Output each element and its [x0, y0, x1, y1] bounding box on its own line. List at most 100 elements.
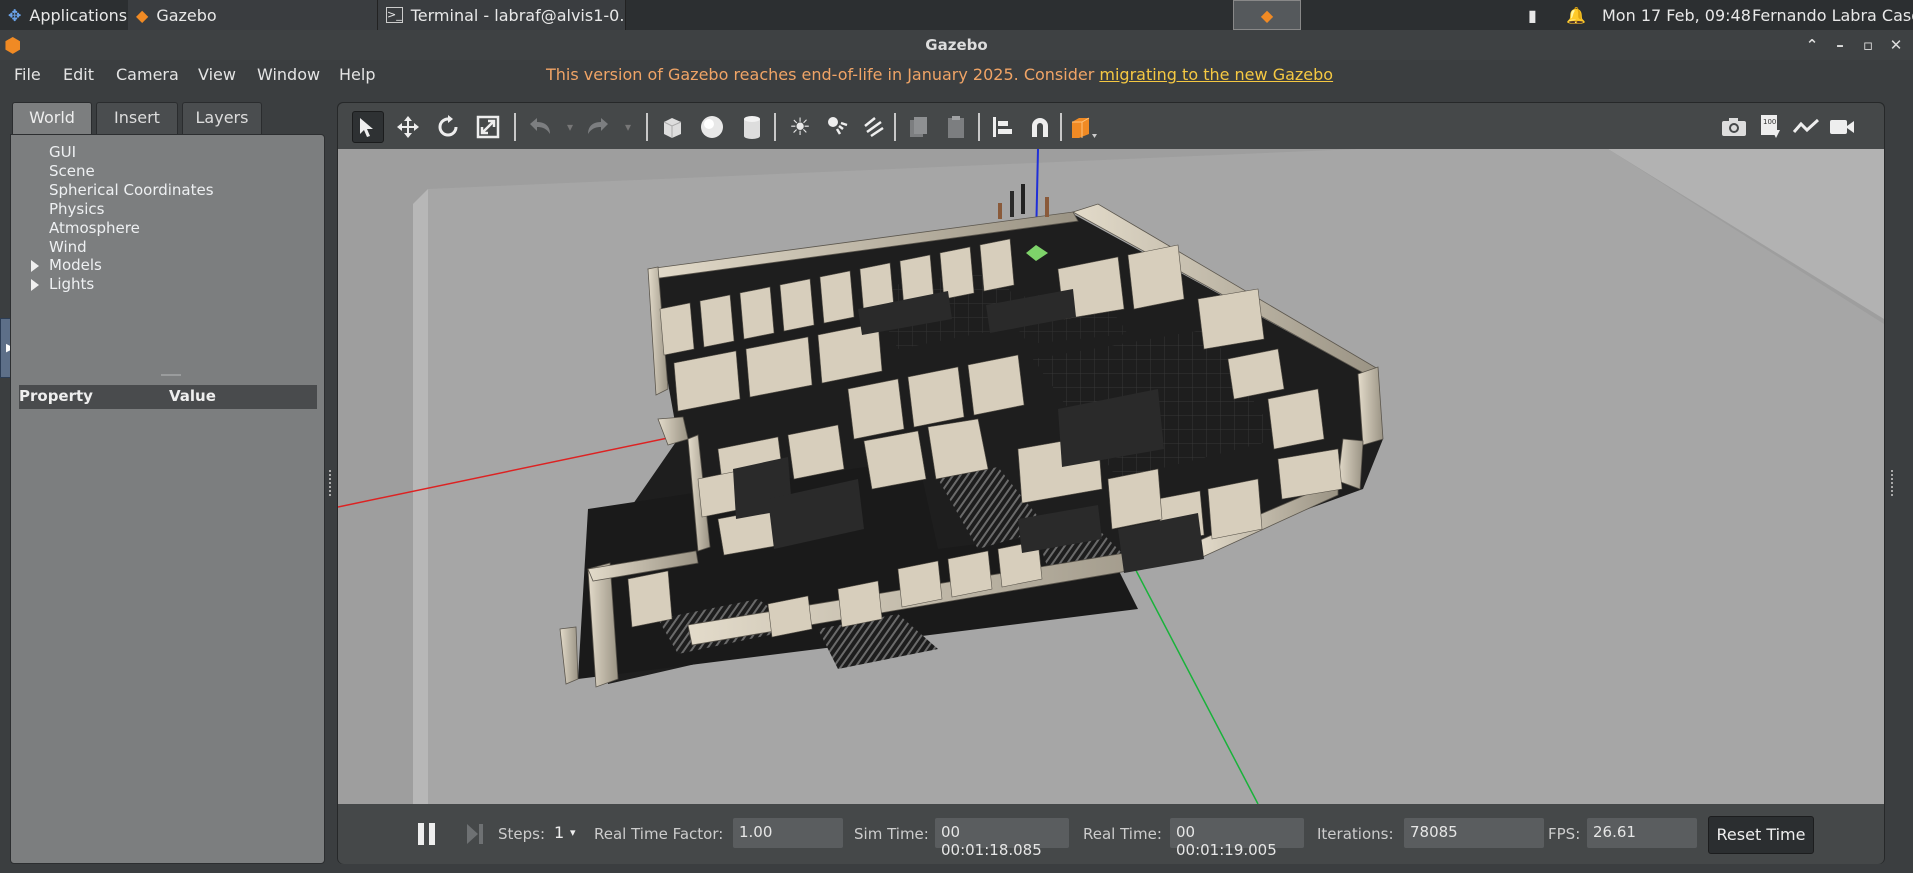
- rtf-value: 1.00: [733, 818, 843, 848]
- tree-item-spherical-coordinates[interactable]: Spherical Coordinates: [49, 181, 214, 199]
- rotate-icon[interactable]: [432, 111, 464, 143]
- applications-menu[interactable]: ✥ Applications: [0, 0, 128, 30]
- menu-camera[interactable]: Camera: [116, 65, 179, 84]
- change-view-icon[interactable]: [1068, 111, 1100, 143]
- property-column-header: Property: [19, 387, 93, 405]
- log-icon[interactable]: 100: [1754, 111, 1786, 143]
- pause-icon[interactable]: [418, 823, 436, 845]
- expand-models-icon[interactable]: [31, 260, 39, 272]
- tree-item-physics[interactable]: Physics: [49, 200, 104, 218]
- sphere-icon[interactable]: [696, 111, 728, 143]
- reset-time-button[interactable]: Reset Time: [1708, 816, 1814, 854]
- applications-icon: ✥: [8, 5, 22, 25]
- minimize-window-icon[interactable]: –: [1828, 30, 1852, 60]
- property-table-header: Property Value: [19, 385, 317, 409]
- steps-dropdown-icon[interactable]: ▾: [570, 826, 576, 839]
- tree-item-scene[interactable]: Scene: [49, 162, 95, 180]
- gazebo-icon: ◆: [136, 5, 149, 25]
- redo-history-icon[interactable]: ▾: [612, 111, 644, 143]
- gazebo-window-icon: ⬢: [4, 33, 22, 57]
- terminal-icon: >_: [386, 7, 403, 23]
- sim-time-value: 00 00:01:18.085: [935, 818, 1069, 859]
- menu-edit[interactable]: Edit: [63, 65, 94, 84]
- real-time-value: 00 00:01:19.005: [1170, 818, 1304, 859]
- toolbar-separator: [514, 113, 516, 141]
- menu-window[interactable]: Window: [257, 65, 320, 84]
- sim-time-label: Sim Time:: [854, 825, 929, 843]
- iterations-label: Iterations:: [1317, 825, 1394, 843]
- tree-item-atmosphere[interactable]: Atmosphere: [49, 219, 140, 237]
- migration-link[interactable]: migrating to the new Gazebo: [1099, 65, 1333, 84]
- taskbar-window-terminal[interactable]: >_ Terminal - labraf@alvis1-0...: [378, 0, 626, 30]
- tab-layers[interactable]: Layers: [182, 102, 262, 134]
- select-arrow-icon[interactable]: [352, 111, 384, 143]
- plot-icon[interactable]: [1790, 111, 1822, 143]
- splitter-handle[interactable]: [161, 374, 181, 376]
- steps-label: Steps:: [498, 825, 546, 843]
- step-forward-icon[interactable]: [466, 823, 484, 845]
- tree-item-wind[interactable]: Wind: [49, 238, 87, 256]
- menu-bar: File Edit Camera View Window Help This v…: [0, 60, 1913, 90]
- menu-file[interactable]: File: [14, 65, 41, 84]
- window-title: Gazebo: [925, 36, 988, 54]
- translate-icon[interactable]: [392, 111, 424, 143]
- cylinder-icon[interactable]: [736, 111, 768, 143]
- redo-icon[interactable]: [582, 111, 614, 143]
- tree-item-gui[interactable]: GUI: [49, 143, 76, 161]
- menu-help[interactable]: Help: [339, 65, 375, 84]
- toolbar-separator: [894, 113, 896, 141]
- menu-view[interactable]: View: [198, 65, 236, 84]
- tree-item-lights[interactable]: Lights: [49, 275, 94, 293]
- taskbar-window-gazebo[interactable]: ◆ Gazebo: [128, 0, 378, 30]
- rtf-label: Real Time Factor:: [594, 825, 724, 843]
- world-panel: GUI Scene Spherical Coordinates Physics …: [10, 134, 325, 864]
- gazebo-icon: ◆: [1260, 5, 1274, 25]
- fps-label: FPS:: [1548, 825, 1581, 843]
- snap-icon[interactable]: [1024, 111, 1056, 143]
- scene-canvas: [337, 148, 1884, 805]
- iterations-value: 78085: [1404, 818, 1544, 848]
- user-name[interactable]: Fernando Labra Caso: [1744, 0, 1913, 30]
- tree-item-models[interactable]: Models: [49, 256, 102, 274]
- render-area: ▾ ▾ ☀ 100 Steps: 1 ▾ Real Time Factor: 1…: [337, 102, 1885, 864]
- 3d-scene-view[interactable]: [337, 148, 1884, 805]
- box-icon[interactable]: [656, 111, 688, 143]
- svg-text:100: 100: [1763, 118, 1776, 126]
- left-panel-splitter[interactable]: [329, 470, 333, 496]
- left-panel: World Insert Layers GUI Scene Spherical …: [10, 102, 325, 864]
- window-titlebar: ⬢ Gazebo ⌃ – ▫ ✕: [0, 30, 1913, 60]
- spot-light-icon[interactable]: [822, 111, 854, 143]
- undo-icon[interactable]: [524, 111, 556, 143]
- video-record-icon[interactable]: [1826, 111, 1858, 143]
- eol-notice: This version of Gazebo reaches end-of-li…: [546, 65, 1334, 84]
- real-time-label: Real Time:: [1083, 825, 1162, 843]
- align-icon[interactable]: [986, 111, 1018, 143]
- point-light-icon[interactable]: ☀: [784, 111, 816, 143]
- close-window-icon[interactable]: ✕: [1884, 30, 1908, 60]
- steps-value[interactable]: 1: [554, 823, 564, 842]
- taskbar-gazebo-launcher[interactable]: ◆: [1233, 0, 1301, 30]
- right-panel-splitter[interactable]: [1891, 470, 1895, 496]
- directional-light-icon[interactable]: [858, 111, 890, 143]
- notification-bell-icon[interactable]: 🔔: [1558, 0, 1588, 30]
- toolbar-separator: [1060, 113, 1062, 141]
- scale-icon[interactable]: [472, 111, 504, 143]
- expand-lights-icon[interactable]: [31, 279, 39, 291]
- paste-icon[interactable]: [940, 111, 972, 143]
- value-column-header: Value: [169, 387, 216, 405]
- copy-icon[interactable]: [902, 111, 934, 143]
- simulation-status-bar: Steps: 1 ▾ Real Time Factor: 1.00 Sim Ti…: [338, 804, 1884, 864]
- shade-window-icon[interactable]: ⌃: [1800, 30, 1824, 60]
- main-toolbar: ▾ ▾ ☀ 100: [338, 103, 1884, 149]
- maximize-window-icon[interactable]: ▫: [1856, 30, 1880, 60]
- tab-insert[interactable]: Insert: [96, 102, 178, 134]
- tab-world[interactable]: World: [12, 102, 92, 134]
- clock[interactable]: Mon 17 Feb, 09:48: [1594, 0, 1764, 30]
- screenshot-icon[interactable]: [1718, 111, 1750, 143]
- toolbar-separator: [774, 113, 776, 141]
- system-taskbar: ✥ Applications ◆ Gazebo >_ Terminal - la…: [0, 0, 1913, 30]
- battery-icon[interactable]: ▮: [1520, 0, 1550, 30]
- fps-value: 26.61: [1587, 818, 1697, 848]
- toolbar-separator: [978, 113, 980, 141]
- toolbar-separator: [646, 113, 648, 141]
